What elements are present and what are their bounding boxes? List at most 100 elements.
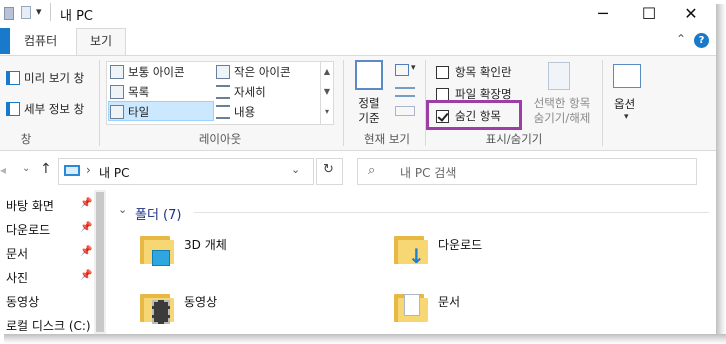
- ribbon-expand-icon[interactable]: ⌃: [676, 32, 686, 46]
- layout-large-icons[interactable]: 보통 아이콘: [110, 64, 185, 80]
- layout-list[interactable]: 목록: [110, 84, 149, 100]
- group-by-icon[interactable]: [395, 64, 409, 76]
- address-bar[interactable]: › 내 PC ⌄: [58, 158, 314, 185]
- close-button[interactable]: ✕: [668, 0, 714, 26]
- item-checkboxes-checkbox[interactable]: [436, 65, 449, 79]
- film-strip-icon: [152, 300, 170, 324]
- folder-documents-label[interactable]: 문서: [438, 293, 460, 310]
- pin-icon: 📌: [80, 270, 93, 281]
- search-icon: ⌕: [368, 163, 376, 178]
- pin-icon: 📌: [80, 198, 93, 209]
- folder-3d-objects-label[interactable]: 3D 개체: [184, 236, 227, 253]
- ribbon: 미리 보기 창 세부 정보 창 창 보통 아이콘 작은 아이콘 목록 자세히 타…: [0, 55, 716, 151]
- pin-icon: 📌: [80, 246, 93, 257]
- small-icons-icon: [216, 65, 230, 79]
- layout-tiles[interactable]: 타일: [110, 104, 149, 120]
- minimize-button[interactable]: ─: [580, 0, 626, 26]
- tab-view[interactable]: 보기: [90, 29, 112, 53]
- group-separator: [99, 60, 100, 146]
- layout-scrollbar[interactable]: ▲ ▼ ▾: [320, 62, 333, 124]
- nav-item-desktop[interactable]: 바탕 화면: [6, 197, 54, 214]
- search-placeholder: 내 PC 검색: [400, 166, 457, 180]
- sort-by-label-1: 정렬: [358, 96, 380, 110]
- folder-downloads-label[interactable]: 다운로드: [438, 236, 482, 253]
- options-icon: [613, 64, 641, 88]
- sort-by-icon: [355, 60, 383, 90]
- options-button[interactable]: 옵션: [614, 96, 635, 112]
- options-dropdown-icon[interactable]: ▾: [624, 112, 629, 122]
- content-icon: [216, 105, 230, 119]
- title-divider: [50, 3, 51, 21]
- pc-icon: [64, 165, 80, 176]
- pane-group-label: 창: [20, 132, 32, 146]
- large-icons-icon: [110, 65, 124, 79]
- layout-details[interactable]: 자세히: [216, 84, 266, 100]
- search-box[interactable]: ⌕ 내 PC 검색: [357, 158, 697, 185]
- section-collapse-icon[interactable]: ⌄: [118, 203, 127, 216]
- layout-content[interactable]: 내용: [216, 104, 255, 120]
- hidden-items-label: 숨긴 항목: [455, 109, 501, 123]
- details-pane-icon: [6, 102, 20, 116]
- layout-list-label: 목록: [128, 85, 150, 99]
- sort-by-label-2: 기준: [358, 111, 380, 125]
- quick-access-icon[interactable]: [21, 6, 31, 19]
- breadcrumb-location[interactable]: 내 PC: [99, 164, 129, 181]
- layout-details-label: 자세히: [234, 85, 266, 99]
- group-by-dropdown-icon[interactable]: ▾: [411, 63, 416, 73]
- folder-downloads-icon[interactable]: ↓: [394, 234, 428, 268]
- hide-selected-icon: [548, 62, 570, 90]
- layout-content-label: 내용: [234, 105, 256, 119]
- nav-item-documents[interactable]: 문서: [6, 245, 28, 262]
- section-divider: [194, 212, 709, 213]
- item-checkboxes-label: 항목 확인란: [455, 65, 512, 79]
- preview-pane-button[interactable]: 미리 보기 창: [6, 70, 84, 86]
- file-tab[interactable]: [0, 28, 10, 54]
- address-dropdown-icon[interactable]: ⌄: [291, 163, 300, 176]
- download-arrow-icon: ↓: [408, 244, 425, 268]
- folder-videos-icon[interactable]: [140, 292, 174, 324]
- explorer-window: ▾ 내 PC ─ ☐ ✕ 컴퓨터 보기 ⌃ ? 미리 보기 창 세부 정보 창 …: [0, 0, 716, 334]
- up-arrow-icon[interactable]: ↑: [40, 161, 52, 177]
- hidden-items-checkbox[interactable]: [436, 109, 449, 123]
- item-checkboxes-option[interactable]: 항목 확인란: [436, 64, 512, 80]
- add-columns-icon[interactable]: [395, 87, 415, 97]
- details-icon: [216, 85, 230, 99]
- refresh-button[interactable]: ↻: [316, 158, 343, 185]
- maximize-button[interactable]: ☐: [626, 0, 672, 26]
- nav-scrollbar-thumb[interactable]: [96, 192, 104, 332]
- nav-item-pictures[interactable]: 사진: [6, 269, 28, 286]
- show-hide-group-label: 표시/숨기기: [474, 131, 554, 147]
- breadcrumb-separator: ›: [86, 163, 91, 177]
- folder-3d-objects-icon[interactable]: [140, 234, 174, 266]
- details-pane-button[interactable]: 세부 정보 창: [6, 101, 84, 117]
- hide-selected-label-2: 숨기기/해제: [533, 111, 591, 125]
- title-bar: ▾ 내 PC ─ ☐ ✕: [0, 0, 716, 27]
- layout-large-icons-label: 보통 아이콘: [128, 65, 185, 79]
- nav-item-downloads[interactable]: 다운로드: [6, 221, 50, 238]
- hide-selected-label-1: 선택한 항목: [533, 96, 591, 110]
- preview-pane-icon: [6, 71, 20, 85]
- hidden-items-option[interactable]: 숨긴 항목: [436, 108, 501, 124]
- tab-computer[interactable]: 컴퓨터: [24, 29, 57, 53]
- nav-scrollbar[interactable]: [94, 190, 106, 334]
- folder-documents-icon[interactable]: [394, 292, 428, 322]
- group-separator: [343, 60, 344, 146]
- window-title: 내 PC: [60, 9, 94, 24]
- group-separator: [602, 60, 603, 146]
- back-icon[interactable]: ◂: [0, 163, 6, 177]
- sort-by-button[interactable]: 정렬 기준: [354, 96, 384, 126]
- layout-small-icons-label: 작은 아이콘: [234, 65, 291, 79]
- nav-item-local-disk[interactable]: 로컬 디스크 (C:): [6, 317, 91, 334]
- qat-dropdown[interactable]: ▾: [36, 5, 42, 18]
- help-icon[interactable]: ?: [694, 33, 709, 48]
- section-title[interactable]: 폴더 (7): [135, 204, 181, 223]
- file-extensions-checkbox[interactable]: [436, 87, 449, 101]
- layout-small-icons[interactable]: 작은 아이콘: [216, 64, 291, 80]
- preview-pane-label: 미리 보기 창: [24, 71, 85, 85]
- folder-videos-label[interactable]: 동영상: [184, 293, 217, 310]
- size-columns-icon[interactable]: [395, 106, 415, 116]
- nav-item-videos[interactable]: 동영상: [6, 293, 39, 310]
- recent-dropdown-icon[interactable]: ⌄: [22, 163, 30, 174]
- layout-group-label: 레이아웃: [198, 132, 242, 146]
- hide-selected-button[interactable]: 선택한 항목 숨기기/해제: [528, 96, 596, 126]
